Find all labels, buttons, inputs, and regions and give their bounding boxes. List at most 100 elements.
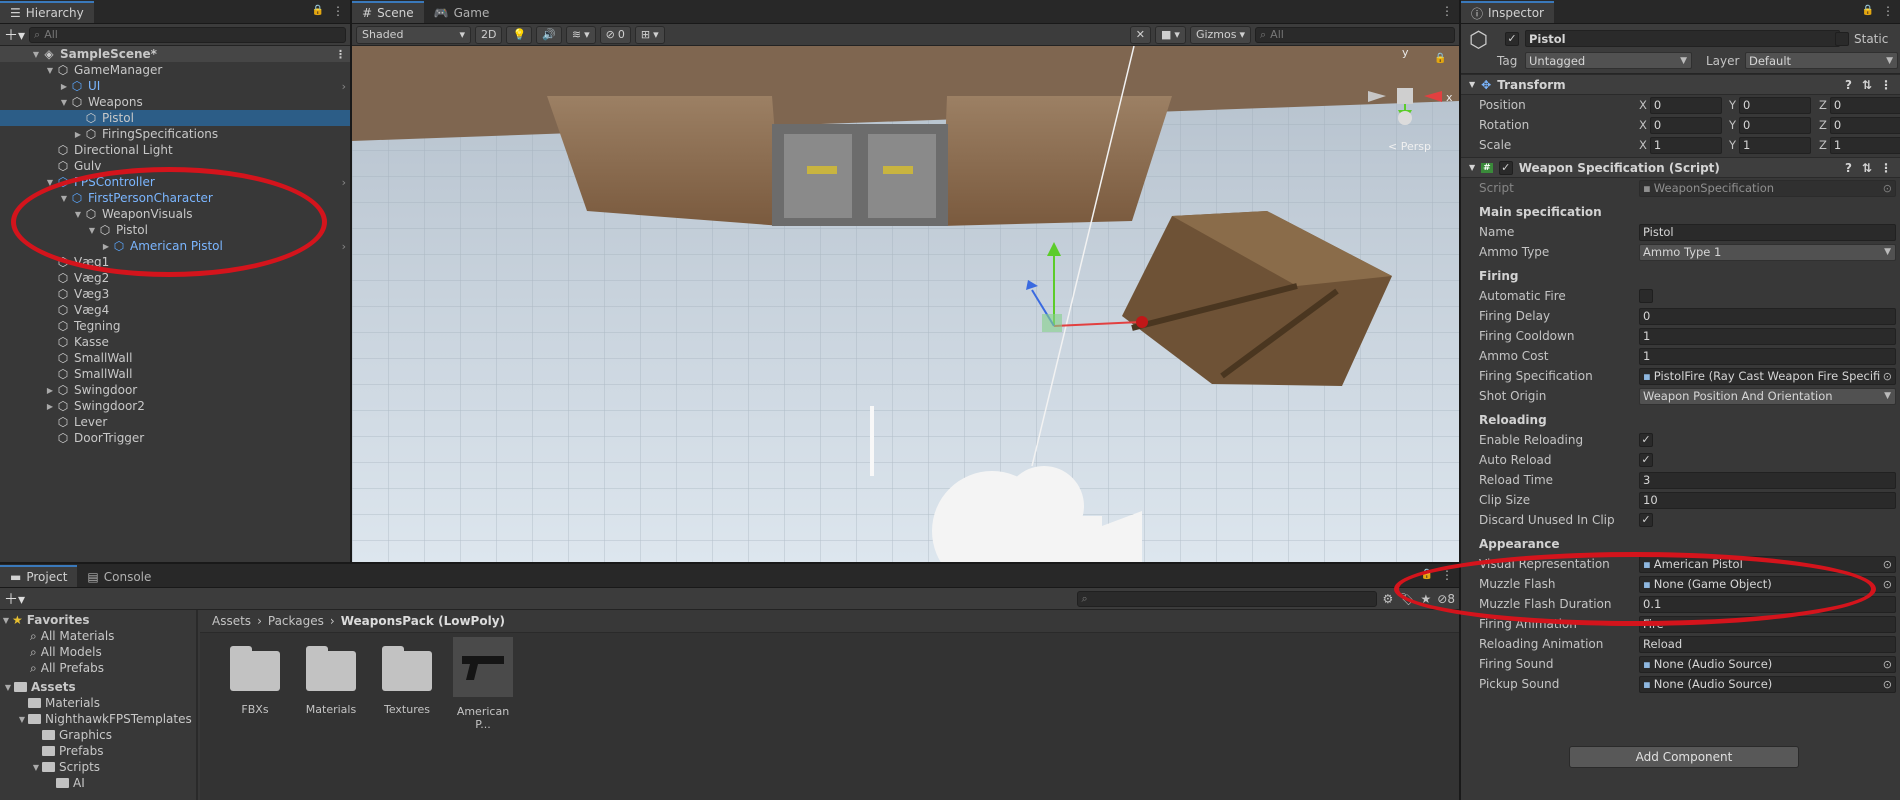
grid-dropdown[interactable]: ⊞ ▾: [634, 25, 665, 44]
tab-console[interactable]: ▤ Console: [77, 565, 162, 587]
property-input[interactable]: 0: [1639, 307, 1896, 325]
expand-arrow-icon[interactable]: ▶: [44, 386, 56, 395]
object-reference-field[interactable]: ▪ None (Audio Source) ⊙: [1639, 675, 1896, 693]
object-picker-icon[interactable]: ⊙: [1883, 678, 1892, 691]
expand-arrow-icon[interactable]: ▼: [30, 50, 42, 59]
tab-inspector[interactable]: ⓘ Inspector: [1461, 1, 1554, 23]
search-by-label-icon[interactable]: 🏷: [1399, 592, 1414, 606]
hierarchy-item[interactable]: ▼ ⬡ WeaponVisuals: [0, 206, 350, 222]
transform-x-field[interactable]: 0: [1649, 116, 1722, 134]
asset-american-pistol[interactable]: American P...: [448, 637, 518, 731]
scene-search-input[interactable]: ⌕ All: [1255, 26, 1455, 43]
property-dropdown[interactable]: Ammo Type 1 ▼: [1639, 243, 1896, 261]
transform-y-field[interactable]: 0: [1739, 96, 1812, 114]
tab-hierarchy[interactable]: ☰ Hierarchy: [0, 1, 94, 23]
project-folder-item[interactable]: ▼ Assets: [0, 679, 196, 695]
hierarchy-item[interactable]: ▼ ⬡ FPSController ›: [0, 174, 350, 190]
object-picker-icon[interactable]: ⊙: [1883, 578, 1892, 591]
scene-viewport[interactable]: y x < Persp 🔒: [352, 46, 1459, 562]
tag-dropdown[interactable]: Untagged ▼: [1525, 52, 1692, 69]
hierarchy-item[interactable]: ⬡ Væg2: [0, 270, 350, 286]
project-folder-item[interactable]: AI: [0, 775, 196, 791]
project-folder-item[interactable]: Materials: [0, 695, 196, 711]
scene-menu-icon[interactable]: ⋮: [335, 48, 346, 61]
add-component-button[interactable]: Add Component: [1569, 746, 1799, 768]
transform-x-field[interactable]: 0: [1649, 96, 1722, 114]
asset-textures[interactable]: Textures: [372, 646, 442, 716]
object-name-field[interactable]: Pistol: [1525, 30, 1840, 47]
property-input[interactable]: Pistol: [1639, 223, 1896, 241]
hierarchy-item[interactable]: ⬡ Væg1: [0, 254, 350, 270]
object-picker-icon[interactable]: ⊙: [1883, 370, 1892, 383]
object-reference-field[interactable]: ▪ None (Audio Source) ⊙: [1639, 655, 1896, 673]
project-folder-item[interactable]: Graphics: [0, 727, 196, 743]
chevron-right-icon[interactable]: ›: [342, 240, 346, 253]
search-by-type-icon[interactable]: ⚙: [1383, 592, 1394, 606]
hierarchy-item[interactable]: ▶ ⬡ American Pistol ›: [0, 238, 350, 254]
property-checkbox[interactable]: ✓: [1639, 433, 1653, 447]
hierarchy-item[interactable]: ⬡ Tegning: [0, 318, 350, 334]
hierarchy-item[interactable]: ⬡ SmallWall: [0, 366, 350, 382]
inspector-menu-icon[interactable]: ⋮: [1882, 5, 1894, 17]
expand-arrow-icon[interactable]: ▼: [2, 683, 14, 692]
add-icon[interactable]: ＋▾: [4, 589, 25, 609]
gizmos-dropdown[interactable]: Gizmos ▾: [1189, 25, 1251, 44]
project-folder-item[interactable]: Prefabs: [0, 743, 196, 759]
hierarchy-item[interactable]: ⬡ DoorTrigger: [0, 430, 350, 446]
property-checkbox[interactable]: ✓: [1639, 453, 1653, 467]
active-checkbox[interactable]: ✓: [1505, 32, 1519, 46]
project-menu-icon[interactable]: ⋮: [1441, 569, 1453, 581]
lock-icon[interactable]: 🔒: [1862, 5, 1874, 16]
transform-y-field[interactable]: 0: [1739, 116, 1812, 134]
expand-arrow-icon[interactable]: ▶: [100, 242, 112, 251]
object-picker-icon[interactable]: ⊙: [1883, 658, 1892, 671]
property-checkbox[interactable]: [1639, 289, 1653, 303]
help-icon[interactable]: ?: [1845, 161, 1852, 175]
favorite-item[interactable]: ⌕ All Materials: [0, 628, 196, 644]
object-reference-field[interactable]: ▪ American Pistol ⊙: [1639, 555, 1896, 573]
breadcrumb-weaponspack[interactable]: WeaponsPack (LowPoly): [341, 614, 505, 628]
transform-z-field[interactable]: 0: [1829, 116, 1900, 134]
component-menu-icon[interactable]: ⋮: [1880, 161, 1892, 175]
hidden-packages-icon[interactable]: ⊘8: [1437, 592, 1455, 606]
asset-materials[interactable]: Materials: [296, 646, 366, 716]
static-checkbox[interactable]: [1835, 32, 1849, 46]
hierarchy-item[interactable]: ⬡ Væg3: [0, 286, 350, 302]
expand-arrow-icon[interactable]: ▶: [72, 130, 84, 139]
property-input[interactable]: 1: [1639, 327, 1896, 345]
help-icon[interactable]: ?: [1845, 78, 1852, 92]
hidden-objects-toggle[interactable]: ⊘ 0: [599, 25, 631, 44]
project-folder-item[interactable]: ▼ Scripts: [0, 759, 196, 775]
expand-arrow-icon[interactable]: ▼: [30, 763, 42, 772]
hierarchy-item[interactable]: ⬡ SmallWall: [0, 350, 350, 366]
tab-project[interactable]: ▬ Project: [0, 565, 78, 587]
hierarchy-item[interactable]: ▶ ⬡ FiringSpecifications: [0, 126, 350, 142]
chevron-right-icon[interactable]: ›: [342, 80, 346, 93]
tab-scene[interactable]: # Scene: [352, 1, 424, 23]
property-input[interactable]: 3: [1639, 471, 1896, 489]
object-reference-field[interactable]: ▪ PistolFire (Ray Cast Weapon Fire Specif…: [1639, 367, 1896, 385]
expand-arrow-icon[interactable]: ▶: [58, 82, 70, 91]
component-enabled-checkbox[interactable]: ✓: [1498, 160, 1513, 175]
expand-arrow-icon[interactable]: ▼: [86, 226, 98, 235]
shading-mode-dropdown[interactable]: Shaded ▾: [356, 25, 471, 44]
add-icon[interactable]: ＋▾: [4, 25, 25, 45]
breadcrumb-assets[interactable]: Assets: [212, 614, 251, 628]
hierarchy-item[interactable]: ⬡ Væg4: [0, 302, 350, 318]
expand-arrow-icon[interactable]: ▼: [44, 178, 56, 187]
transform-header[interactable]: ▼ ✥ Transform ? ⇅ ⋮: [1461, 74, 1900, 95]
favorite-item[interactable]: ⌕ All Prefabs: [0, 660, 196, 676]
hierarchy-search-input[interactable]: ⌕ All: [29, 26, 346, 43]
property-input[interactable]: 1: [1639, 347, 1896, 365]
asset-fbxs[interactable]: FBXs: [220, 646, 290, 716]
transform-x-field[interactable]: 1: [1649, 136, 1722, 154]
layer-dropdown[interactable]: Default ▼: [1745, 52, 1898, 69]
expand-arrow-icon[interactable]: ▼: [58, 98, 70, 107]
lock-icon[interactable]: 🔒: [312, 5, 324, 16]
property-input[interactable]: 10: [1639, 491, 1896, 509]
property-input[interactable]: Reload: [1639, 635, 1896, 653]
weapon-spec-header[interactable]: ▼ # ✓ Weapon Specification (Script) ? ⇅ …: [1461, 157, 1900, 178]
preset-icon[interactable]: ⇅: [1862, 78, 1872, 92]
component-menu-icon[interactable]: ⋮: [1880, 78, 1892, 92]
transform-y-field[interactable]: 1: [1739, 136, 1812, 154]
